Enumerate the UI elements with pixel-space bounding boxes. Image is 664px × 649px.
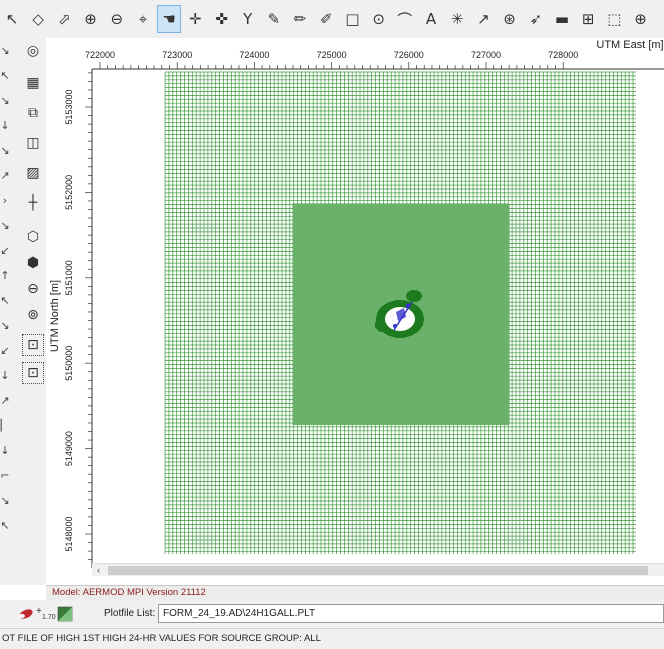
- pencil-remove-icon[interactable]: ✐: [314, 5, 338, 33]
- pencil-icon[interactable]: ✎: [262, 5, 286, 33]
- rectangle-tool-icon[interactable]: □: [340, 5, 364, 33]
- pencil-edit-icon[interactable]: ✏: [288, 5, 312, 33]
- x-tick-label: 723000: [162, 50, 192, 60]
- cut-off-tool-icon[interactable]: ↖: [0, 519, 10, 533]
- y-tick-label: 5150000: [64, 346, 74, 381]
- plotfile-list-label: Plotfile List:: [104, 608, 156, 619]
- arrow-tool-icon[interactable]: ↗: [471, 5, 495, 33]
- target-icon[interactable]: ◎: [22, 40, 44, 62]
- cut-off-tool-icon[interactable]: ↘: [0, 94, 10, 108]
- scale-bar-icon[interactable]: ▬: [550, 5, 574, 33]
- source-point-icon[interactable]: ⬡: [22, 226, 44, 248]
- x-axis-title: UTM East [m]: [596, 39, 663, 51]
- cut-off-tool-icon[interactable]: ↙: [0, 344, 10, 358]
- x-tick-label: 725000: [317, 50, 347, 60]
- cut-off-tool-icon[interactable]: ↘: [0, 44, 10, 58]
- receptor-grid-plot[interactable]: 722000 723000 724000 725000 726000 727000 7280…: [46, 38, 664, 585]
- cut-off-tool-icon[interactable]: ↓: [0, 444, 10, 458]
- contour-level-label: 1.70: [42, 614, 56, 621]
- select-tool-icon[interactable]: ◇: [26, 5, 50, 33]
- cut-off-tool-icon[interactable]: ↓: [0, 119, 10, 133]
- pan-cross-icon[interactable]: ✛: [183, 5, 207, 33]
- zoom-out-icon[interactable]: ⊖: [105, 5, 129, 33]
- select-area-tool-icon[interactable]: ⬀: [52, 5, 76, 33]
- scrollbar-thumb[interactable]: [108, 566, 648, 575]
- cut-off-tool-icon[interactable]: ↖: [0, 69, 10, 83]
- cut-off-tool-icon[interactable]: ▏: [0, 419, 10, 433]
- bottom-tool-icons: + 1.70: [18, 606, 73, 622]
- cut-off-tool-icon[interactable]: ⌐: [0, 469, 10, 483]
- side-toolbar: ◎ ▦ ⧉ ◫ ▨ ┼ ⬡ ⬢ ⊖ ⊚ ⊡ ⊡ ↘ ↖ ↘ ↓ ↘ ↗ › ↘ ↙ ↑ ↖ ↘ ↙ ↓ ↗ ▏ ↓ ⌐ ↘ ↖: [0, 38, 46, 585]
- oval-shape-icon[interactable]: [18, 607, 34, 620]
- pointer-tool-icon[interactable]: ↖: [0, 5, 24, 33]
- y-tick-label: 5151000: [64, 260, 74, 295]
- cut-off-tool-icon[interactable]: ↗: [0, 394, 10, 408]
- text-tool-icon[interactable]: A: [419, 5, 443, 33]
- compass-tool-icon[interactable]: ⊛: [498, 5, 522, 33]
- main-toolbar: ↖ ◇ ⬀ ⊕ ⊖ ⌖ ☚ ✛ ✜ Y ✎ ✏ ✐ □ ⊙ ⌒ A ✳ ↗ ⊛ ➶ ▬ ⊞ ⬚ ⊕: [0, 0, 664, 38]
- hatch-area-icon[interactable]: ▨: [22, 162, 44, 184]
- x-tick-label: 726000: [394, 50, 424, 60]
- x-tick-label: 724000: [239, 50, 269, 60]
- source-stack-icon[interactable]: ⊚: [22, 304, 44, 326]
- x-tick-label: 727000: [471, 50, 501, 60]
- cut-off-tool-icon[interactable]: ↘: [0, 319, 10, 333]
- map-plot-area[interactable]: 722000 723000 724000 725000 726000 727000 7280…: [46, 38, 664, 585]
- y-tick-label: 5149000: [64, 431, 74, 466]
- y-tick-label: 5148000: [64, 516, 74, 551]
- asterisk-tool-icon[interactable]: ✳: [445, 5, 469, 33]
- grid-icon[interactable]: ▦: [22, 72, 44, 94]
- cut-off-tool-icon[interactable]: ›: [0, 194, 10, 208]
- status-bar: OT FILE OF HIGH 1ST HIGH 24-HR VALUES FO…: [0, 628, 664, 649]
- cut-off-tool-icon[interactable]: ↗: [0, 169, 10, 183]
- color-legend-icon[interactable]: [57, 606, 73, 622]
- cut-off-tool-icon[interactable]: ↙: [0, 244, 10, 258]
- pan-hand-icon[interactable]: ☚: [157, 5, 182, 33]
- y-tick-label: 5153000: [64, 89, 74, 124]
- x-tick-label: 722000: [85, 50, 115, 60]
- polygon-tool-icon[interactable]: ⌒: [393, 5, 417, 33]
- plotfile-row: + 1.70 Plotfile List: FORM_24_19.AD\24H1…: [0, 600, 664, 628]
- model-version-label: Model: AERMOD MPI Version 21112: [46, 585, 664, 600]
- cut-off-tool-icon[interactable]: ↑: [0, 269, 10, 283]
- horizontal-scrollbar[interactable]: ‹: [92, 563, 664, 576]
- funnel-icon[interactable]: Y: [236, 5, 260, 33]
- contour-value-icon[interactable]: + 1.70: [36, 606, 56, 621]
- north-arrow-icon[interactable]: ➶: [524, 5, 548, 33]
- zoom-in-icon[interactable]: ⊕: [79, 5, 103, 33]
- building-tool-icon[interactable]: ⊞: [576, 5, 600, 33]
- cut-off-tool-icon[interactable]: ↖: [0, 294, 10, 308]
- source-volume-icon[interactable]: ⬢: [22, 252, 44, 274]
- receptor-grid-icon[interactable]: ⊡: [22, 334, 44, 356]
- source-area-icon[interactable]: ⊖: [22, 278, 44, 300]
- frame-tool-icon[interactable]: ⬚: [602, 5, 626, 33]
- cut-off-tool-icon[interactable]: ↘: [0, 494, 10, 508]
- circle-tool-icon[interactable]: ⊙: [367, 5, 391, 33]
- center-crosshair-icon[interactable]: ⌖: [131, 5, 155, 33]
- x-tick-label: 728000: [548, 50, 578, 60]
- frame-select-icon[interactable]: ◫: [22, 132, 44, 154]
- settings-wheel-icon[interactable]: ⊕: [629, 5, 653, 33]
- scroll-left-arrow-icon[interactable]: ‹: [92, 564, 105, 577]
- y-tick-label: 5152000: [64, 175, 74, 210]
- cut-off-tool-icon[interactable]: ↘: [0, 219, 10, 233]
- layers-icon[interactable]: ⧉: [22, 102, 44, 124]
- y-axis-title: UTM North [m]: [49, 280, 61, 352]
- axis-cross-icon[interactable]: ┼: [22, 192, 44, 214]
- cut-off-tool-icon[interactable]: ↓: [0, 369, 10, 383]
- plotfile-list-select[interactable]: FORM_24_19.AD\24H1GALL.PLT: [158, 604, 664, 623]
- receptor-discrete-icon[interactable]: ⊡: [22, 362, 44, 384]
- pan-cross-alt-icon[interactable]: ✜: [210, 5, 234, 33]
- cut-off-tool-icon[interactable]: ↘: [0, 144, 10, 158]
